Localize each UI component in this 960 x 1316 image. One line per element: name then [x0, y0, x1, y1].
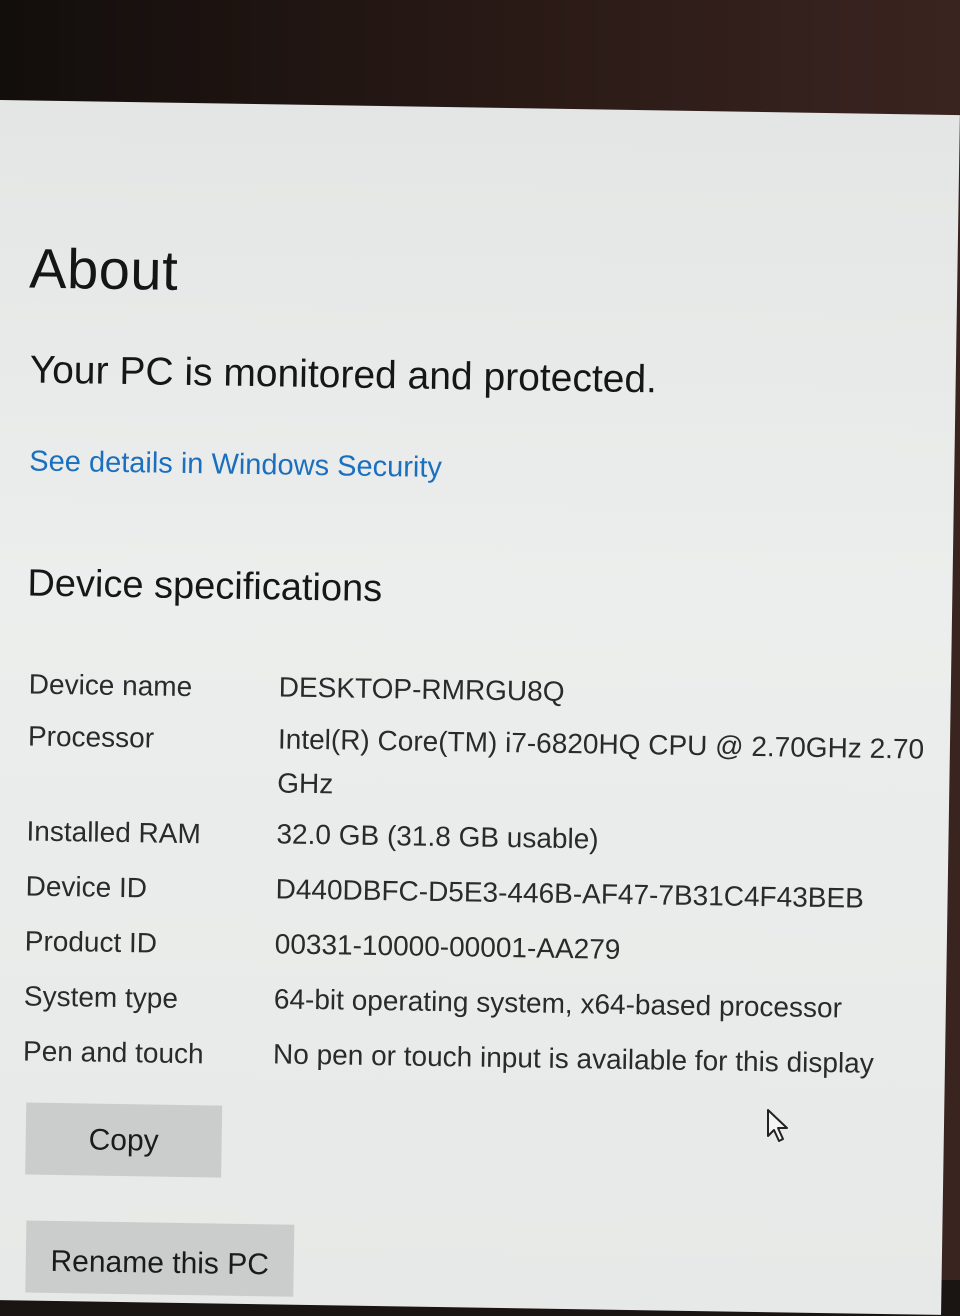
- spec-value: 00331-10000-00001-AA279: [274, 928, 621, 965]
- spec-label: Device name: [28, 668, 193, 703]
- spec-label: Installed RAM: [26, 815, 202, 850]
- spec-label: Processor: [27, 720, 155, 754]
- mouse-pointer-icon: [767, 1109, 788, 1142]
- spec-label: System type: [23, 980, 179, 1014]
- rename-pc-button[interactable]: Rename this PC: [25, 1220, 295, 1297]
- spec-row-product-id: Product ID 00331-10000-00001-AA279: [25, 925, 945, 964]
- spec-row-device-id: Device ID D440DBFC-D5E3-446B-AF47-7B31C4…: [25, 871, 946, 914]
- spec-value: No pen or touch input is available for t…: [272, 1038, 875, 1079]
- spec-row-device-name: Device name DESKTOP-RMRGU8Q: [29, 669, 949, 707]
- settings-about-page: About Your PC is monitored and protected…: [0, 100, 960, 1315]
- spec-value: DESKTOP-RMRGU8Q: [278, 671, 565, 707]
- device-specifications-heading: Device specifications: [27, 562, 383, 611]
- spec-row-system-type: System type 64-bit operating system, x64…: [24, 980, 944, 1023]
- spec-row-processor: Processor Intel(R) Core(TM) i7-6820HQ CP…: [28, 721, 948, 800]
- windows-security-link[interactable]: See details in Windows Security: [29, 446, 442, 485]
- page-title: About: [28, 236, 179, 302]
- spec-value: D440DBFC-D5E3-446B-AF47-7B31C4F43BEB: [275, 873, 865, 914]
- spec-label: Device ID: [25, 870, 148, 904]
- spec-row-pen-and-touch: Pen and touch No pen or touch input is a…: [23, 1035, 943, 1078]
- spec-value: Intel(R) Core(TM) i7-6820HQ CPU @ 2.70GH…: [277, 723, 925, 800]
- spec-label: Pen and touch: [22, 1035, 204, 1070]
- spec-value: 64-bit operating system, x64-based proce…: [273, 983, 843, 1024]
- protection-status: Your PC is monitored and protected.: [29, 348, 658, 402]
- copy-button[interactable]: Copy: [25, 1102, 223, 1178]
- spec-label: Product ID: [24, 925, 158, 959]
- spec-row-installed-ram: Installed RAM 32.0 GB (31.8 GB usable): [26, 816, 947, 855]
- spec-value: 32.0 GB (31.8 GB usable): [276, 818, 599, 855]
